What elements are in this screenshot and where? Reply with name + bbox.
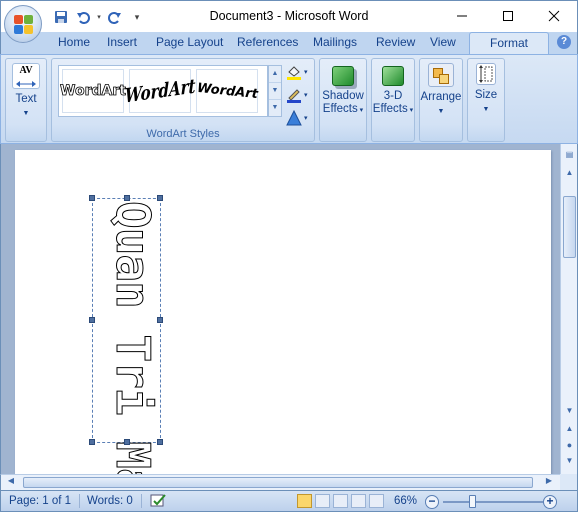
size-group: Size ▼ [467,58,505,142]
close-icon[interactable] [531,1,577,31]
wordart-style-1[interactable]: WordArt [60,69,126,113]
zoom-slider[interactable] [443,501,543,503]
zoom-in-icon[interactable]: + [543,495,557,509]
document-page[interactable]: Quan Tri Mang [15,150,551,512]
zoom-out-icon[interactable]: − [425,495,439,509]
wordart-style-3[interactable]: WordArt [196,69,258,113]
divider [141,494,142,508]
window-controls [439,1,577,31]
vertical-scroll-thumb[interactable] [563,196,576,258]
3d-effects-group: 3-D Effects ▾ [371,58,415,142]
next-page-icon[interactable]: ▼ [563,456,576,470]
ribbon: AV Text ▼ WordArt WordArt WordArt ▲ ▼ ▼ [0,54,578,144]
size-button[interactable]: Size ▼ [468,63,504,116]
wordart-object[interactable]: Quan Tri Mang [89,195,163,512]
tab-mailings[interactable]: Mailings [313,35,357,49]
status-bar: Page: 1 of 1 Words: 0 66% − + [0,490,578,512]
paint-bucket-icon [287,66,301,80]
resize-handle[interactable] [89,439,95,445]
tab-view[interactable]: View [430,35,456,49]
shadow-effects-button[interactable]: Shadow Effects ▾ [320,63,366,117]
scroll-up-icon[interactable]: ▲ [563,168,576,182]
shape-icon [286,110,302,126]
office-button[interactable] [4,5,42,43]
line-color-button[interactable]: ▾ [286,86,308,104]
gallery-down-icon[interactable]: ▼ [269,83,281,100]
resize-handle[interactable] [157,317,163,323]
ribbon-tabs: Home Insert Page Layout References Maili… [0,32,578,55]
full-screen-reading-view-icon[interactable] [315,494,330,508]
maximize-icon[interactable] [485,1,531,31]
tab-format[interactable]: Format [469,32,549,55]
minimize-icon[interactable] [439,1,485,31]
resize-handle[interactable] [89,195,95,201]
horizontal-scrollbar[interactable]: ◀ ▶ [0,474,560,490]
tab-review[interactable]: Review [376,35,415,49]
arrange-icon [428,63,454,87]
wordart-styles-label: WordArt Styles [146,128,220,140]
text-button[interactable]: AV Text ▼ [8,63,44,120]
ruler-toggle-icon[interactable]: ▤ [563,150,576,164]
scroll-left-icon[interactable]: ◀ [5,476,17,488]
draft-view-icon[interactable] [369,494,384,508]
tab-page-layout[interactable]: Page Layout [156,35,223,49]
text-group: AV Text ▼ [5,58,47,142]
resize-handle[interactable] [124,439,130,445]
horizontal-scroll-thumb[interactable] [23,477,533,488]
gallery-more-icon[interactable]: ▼ [269,100,281,117]
resize-handle[interactable] [124,195,130,201]
zoom-level[interactable]: 66% [394,495,417,507]
scroll-down-icon[interactable]: ▼ [563,406,576,420]
fill-color-button[interactable]: ▾ [286,63,308,81]
tab-home[interactable]: Home [58,35,90,49]
help-icon[interactable]: ? [557,35,571,49]
gallery-up-icon[interactable]: ▲ [269,66,281,83]
scroll-right-icon[interactable]: ▶ [543,476,555,488]
office-logo-icon [14,15,34,35]
page-count[interactable]: Page: 1 of 1 [9,495,71,507]
wordart-styles-group: WordArt WordArt WordArt ▲ ▼ ▼ ▾ ▾ ▾ Word… [51,58,315,142]
web-layout-view-icon[interactable] [333,494,348,508]
word-count[interactable]: Words: 0 [87,495,133,507]
tab-insert[interactable]: Insert [107,35,137,49]
proofing-icon[interactable] [149,493,169,512]
wordart-text[interactable]: Quan Tri Mang [103,201,163,512]
tab-references[interactable]: References [237,35,298,49]
document-area: Quan Tri Mang [0,144,560,512]
select-browse-object-icon[interactable]: ● [563,440,576,454]
previous-page-icon[interactable]: ▲ [563,424,576,438]
outline-view-icon[interactable] [351,494,366,508]
vertical-scrollbar[interactable]: ▤ ▲ ▼ ▲ ● ▼ [560,144,578,474]
zoom-slider-knob[interactable] [469,495,476,508]
title-bar: ▾ ▾ Document3 - Microsoft Word [0,0,578,32]
change-shape-button[interactable]: ▾ [286,109,308,127]
wordart-gallery: WordArt WordArt WordArt [58,65,268,117]
size-icon [476,63,496,85]
shadow-effects-group: Shadow Effects ▾ [319,58,367,142]
text-spacing-icon: AV [12,63,40,89]
3d-effects-button[interactable]: 3-D Effects ▾ [372,63,414,117]
divider [79,494,80,508]
wordart-style-2[interactable]: WordArt [125,69,195,113]
wordart-gallery-scroll: ▲ ▼ ▼ [268,65,282,117]
resize-handle[interactable] [89,317,95,323]
print-layout-view-icon[interactable] [297,494,312,508]
3d-cube-icon [382,66,404,86]
scrollbar-corner [560,474,578,490]
arrange-group: Arrange ▼ [419,58,463,142]
resize-handle[interactable] [157,439,163,445]
shadow-cube-icon [332,66,354,86]
arrange-button[interactable]: Arrange ▼ [420,63,462,118]
resize-handle[interactable] [157,195,163,201]
pen-icon [287,89,301,103]
